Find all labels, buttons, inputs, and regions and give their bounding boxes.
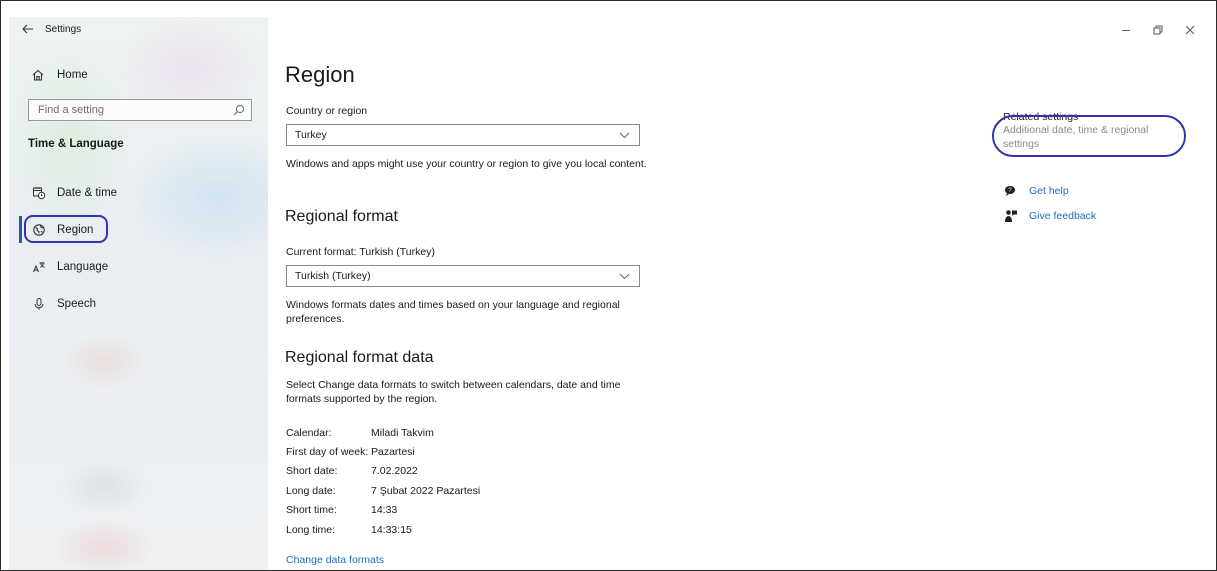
microphone-icon [31, 296, 47, 312]
format-row-short-time: Short time: 14:33 [286, 504, 397, 518]
regional-format-heading: Regional format [285, 208, 398, 225]
minimize-icon [1122, 30, 1130, 31]
chevron-down-icon [619, 272, 631, 280]
close-button[interactable] [1181, 21, 1199, 39]
format-row-long-date: Long date: 7 Şubat 2022 Pazartesi [286, 485, 480, 499]
minimize-button[interactable] [1117, 21, 1135, 39]
sidebar-item-speech[interactable]: Speech [31, 295, 96, 313]
feedback-icon [1004, 209, 1018, 223]
format-row-long-time: Long time: 14:33:15 [286, 524, 412, 538]
page-title: Region [285, 62, 355, 87]
format-row-key: Long time: [286, 524, 336, 536]
give-feedback-link[interactable]: Give feedback [1004, 209, 1096, 223]
format-row-first-day: First day of week: Pazartesi [286, 446, 415, 460]
format-row-value: 7 Şubat 2022 Pazartesi [371, 485, 481, 497]
regional-format-description: Windows formats dates and times based on… [286, 299, 620, 325]
get-help-link[interactable]: ? Get help [1004, 184, 1069, 198]
regional-format-dropdown[interactable]: Turkish (Turkey) [286, 265, 640, 287]
country-dropdown[interactable]: Turkey [286, 124, 640, 146]
format-data-description: Select Change data formats to switch bet… [286, 379, 621, 405]
give-feedback-label: Give feedback [1029, 210, 1097, 222]
change-data-formats-link[interactable]: Change data formats [286, 554, 384, 566]
help-chat-icon: ? [1004, 184, 1018, 198]
country-description: Windows and apps might use your country … [286, 158, 647, 170]
current-format-label: Current format: Turkish (Turkey) [286, 246, 435, 258]
restore-button[interactable] [1149, 21, 1167, 39]
search-input[interactable] [38, 104, 228, 116]
country-label: Country or region [286, 105, 368, 117]
country-dropdown-value: Turkey [295, 129, 327, 141]
search-icon[interactable] [233, 104, 245, 116]
sidebar-item-label: Date & time [57, 187, 118, 199]
format-row-key: Calendar: [286, 427, 332, 439]
format-row-value: Miladi Takvim [371, 427, 434, 439]
format-row-key: Short date: [286, 465, 338, 477]
format-row-key: First day of week: [286, 446, 369, 458]
main-content: Region Country or region Turkey Windows … [285, 1, 935, 570]
language-icon [31, 259, 47, 275]
format-row-value: Pazartesi [371, 446, 415, 458]
sidebar-item-label: Language [57, 261, 109, 273]
format-row-key: Short time: [286, 504, 337, 516]
annotation-circle-related [992, 115, 1186, 157]
format-row-calendar: Calendar: Miladi Takvim [286, 427, 434, 441]
format-row-value: 14:33 [371, 504, 398, 516]
sidebar-section-header: Time & Language [28, 138, 124, 150]
sidebar-item-date-time[interactable]: Date & time [31, 184, 117, 202]
sidebar-item-home[interactable]: Home [31, 67, 88, 83]
format-row-value: 7.02.2022 [371, 465, 418, 477]
format-row-key: Long date: [286, 485, 336, 497]
selection-indicator [19, 216, 22, 243]
title-bar: Settings [21, 21, 81, 37]
close-icon [1185, 25, 1195, 35]
format-data-heading: Regional format data [285, 349, 434, 366]
sidebar-item-label: Speech [57, 298, 97, 310]
sidebar-item-language[interactable]: Language [31, 258, 108, 276]
search-field[interactable] [28, 99, 252, 121]
format-row-short-date: Short date: 7.02.2022 [286, 465, 418, 479]
chevron-down-icon [619, 131, 631, 139]
restore-icon [1153, 25, 1163, 35]
annotation-circle-region [24, 215, 108, 243]
get-help-label: Get help [1029, 185, 1069, 197]
settings-window: Settings Home Time & Language Date & tim… [0, 0, 1217, 571]
regional-format-dropdown-value: Turkish (Turkey) [295, 270, 371, 282]
format-row-value: 14:33:15 [371, 524, 412, 536]
home-icon [31, 67, 47, 83]
calendar-clock-icon [31, 185, 47, 201]
back-arrow-icon[interactable] [21, 22, 35, 36]
app-title: Settings [45, 23, 82, 35]
sidebar-item-label: Home [57, 69, 88, 81]
